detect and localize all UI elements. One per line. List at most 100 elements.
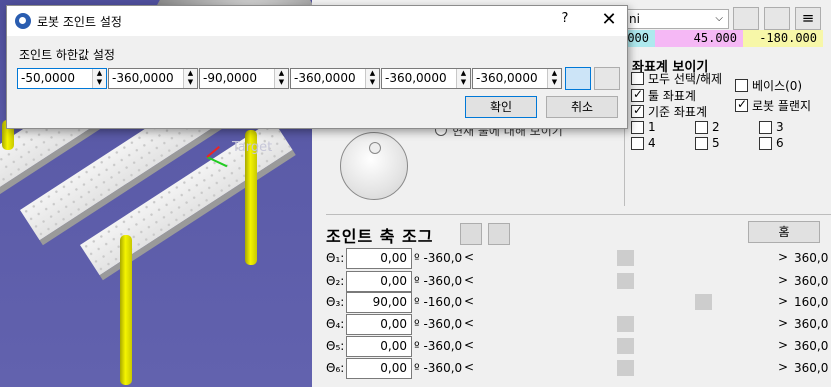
- checkbox-box[interactable]: [735, 97, 748, 112]
- dialog-titlebar[interactable]: 로봇 조인트 설정 ? ✕: [7, 6, 627, 36]
- slider-thumb[interactable]: [616, 273, 634, 289]
- robot-flange-checkbox[interactable]: 로봇 플랜지: [735, 97, 811, 114]
- checkbox-box[interactable]: [631, 87, 644, 102]
- joint-symbol: Θ₃:: [326, 295, 345, 309]
- checkbox-box[interactable]: [695, 136, 708, 150]
- checkbox-box[interactable]: [631, 136, 644, 150]
- select-all-checkbox[interactable]: 모두 선택/해제: [631, 70, 722, 87]
- checkbox-box[interactable]: [759, 136, 772, 150]
- joint-3-checkbox[interactable]: 3: [759, 120, 784, 134]
- spin-arrows[interactable]: ▲ ▼: [92, 69, 106, 88]
- paste-button[interactable]: [764, 7, 790, 30]
- joint-slider[interactable]: [476, 337, 774, 355]
- decrement-arrow-icon[interactable]: <: [464, 360, 474, 374]
- increment-arrow-icon[interactable]: >: [778, 273, 788, 287]
- joint-value-input[interactable]: 90,00: [346, 292, 412, 313]
- joint-jog-row: Θ₅: 0,00 º -360,0 < >360,0: [0, 336, 831, 358]
- joint-min-label: º -360,0: [414, 274, 463, 288]
- joint-slider[interactable]: [476, 293, 774, 311]
- joint-6-checkbox[interactable]: 6: [759, 136, 784, 150]
- spin-arrows[interactable]: ▲ ▼: [365, 69, 379, 88]
- joint-slider[interactable]: [476, 315, 774, 333]
- checkbox-label: 로봇 플랜지: [752, 99, 812, 113]
- close-button[interactable]: ✕: [597, 9, 621, 33]
- tool-frame-checkbox[interactable]: 툴 좌표계: [631, 87, 696, 104]
- decrement-arrow-icon[interactable]: <: [464, 273, 474, 287]
- decrement-arrow-icon[interactable]: <: [464, 294, 474, 308]
- slider-thumb[interactable]: [616, 360, 634, 376]
- checkbox-label: 6: [776, 136, 784, 150]
- joint-2-checkbox[interactable]: 2: [695, 120, 720, 134]
- joint-6-lower-limit-input[interactable]: -360,0000 ▲ ▼: [472, 68, 562, 89]
- checkbox-box[interactable]: [735, 79, 748, 92]
- slider-thumb[interactable]: [616, 316, 634, 332]
- increment-arrow-icon[interactable]: >: [778, 338, 788, 352]
- joint-2-lower-limit-input[interactable]: -360,0000 ▲ ▼: [108, 68, 198, 89]
- spin-arrows[interactable]: ▲ ▼: [274, 69, 288, 88]
- coord-z-value: -180.000: [743, 30, 823, 47]
- checkbox-box[interactable]: [631, 120, 644, 134]
- robot-select-value: ni: [629, 12, 640, 26]
- joint-slider[interactable]: [476, 272, 774, 290]
- spin-value: -360,0000: [385, 71, 447, 85]
- robot-select[interactable]: ni ⌵: [622, 9, 729, 29]
- checkbox-box[interactable]: [759, 120, 772, 134]
- joint-1-checkbox[interactable]: 1: [631, 120, 656, 134]
- checkbox-box[interactable]: [631, 72, 644, 85]
- decrement-arrow-icon[interactable]: <: [464, 316, 474, 330]
- joint-max-label: 160,0: [794, 295, 829, 309]
- joint-jog-row: Θ₆: 0,00 º -360,0 < >360,0: [0, 358, 831, 380]
- joint-max-label: 360,0: [794, 317, 829, 331]
- joint-4-checkbox[interactable]: 4: [631, 136, 656, 150]
- joint-slider[interactable]: [476, 359, 774, 377]
- spin-arrows[interactable]: ▲ ▼: [547, 69, 561, 88]
- dialog-title: 로봇 조인트 설정: [37, 15, 122, 29]
- copy-button[interactable]: [733, 7, 759, 30]
- cancel-button[interactable]: 취소: [546, 96, 618, 118]
- joint-max-label: 360,0: [794, 274, 829, 288]
- copy-icon[interactable]: [565, 67, 591, 90]
- help-button[interactable]: ?: [555, 11, 575, 31]
- lower-limit-label: 조인트 하한값 설정: [19, 48, 115, 62]
- divider: [326, 214, 831, 215]
- paste-icon[interactable]: [594, 67, 620, 90]
- joint-1-lower-limit-input[interactable]: -50,0000 ▲ ▼: [17, 68, 107, 89]
- joint-4-lower-limit-input[interactable]: -360,0000 ▲ ▼: [290, 68, 380, 89]
- checkbox-box[interactable]: [631, 103, 644, 118]
- joint-5-lower-limit-input[interactable]: -360,0000 ▲ ▼: [381, 68, 471, 89]
- increment-arrow-icon[interactable]: >: [778, 316, 788, 330]
- joint-value-input[interactable]: 0,00: [346, 314, 412, 335]
- target-label: Target: [232, 140, 273, 155]
- menu-icon[interactable]: ≡: [795, 7, 821, 30]
- paste-joints-button[interactable]: [488, 223, 510, 245]
- spin-value: -50,0000: [21, 71, 75, 85]
- joint-slider[interactable]: [476, 249, 774, 267]
- joint-value-input[interactable]: 0,00: [346, 336, 412, 357]
- joint-min-label: º -360,0: [414, 251, 463, 265]
- checkbox-label: 1: [648, 120, 656, 134]
- decrement-arrow-icon[interactable]: <: [464, 338, 474, 352]
- joint-value-input[interactable]: 0,00: [346, 271, 412, 292]
- spin-arrows[interactable]: ▲ ▼: [183, 69, 197, 88]
- spin-arrows[interactable]: ▲ ▼: [456, 69, 470, 88]
- increment-arrow-icon[interactable]: >: [778, 250, 788, 264]
- joint-min-label: º -360,0: [414, 361, 463, 375]
- decrement-arrow-icon[interactable]: <: [464, 250, 474, 264]
- ref-frame-checkbox[interactable]: 기준 좌표계: [631, 103, 707, 120]
- joint-value-input[interactable]: 0,00: [346, 248, 412, 269]
- checkbox-box[interactable]: [695, 120, 708, 134]
- slider-thumb[interactable]: [616, 250, 634, 266]
- copy-joints-button[interactable]: [460, 223, 482, 245]
- increment-arrow-icon[interactable]: >: [778, 360, 788, 374]
- slider-thumb[interactable]: [616, 338, 634, 354]
- ok-button[interactable]: 확인: [465, 96, 537, 118]
- base-frame-checkbox[interactable]: 베이스(0): [735, 77, 802, 94]
- joint-3-lower-limit-input[interactable]: -90,0000 ▲ ▼: [199, 68, 289, 89]
- checkbox-label: 2: [712, 120, 720, 134]
- increment-arrow-icon[interactable]: >: [778, 294, 788, 308]
- joint-5-checkbox[interactable]: 5: [695, 136, 720, 150]
- joint-value-input[interactable]: 0,00: [346, 358, 412, 379]
- slider-thumb[interactable]: [695, 294, 713, 310]
- home-button[interactable]: 홈: [748, 221, 820, 243]
- joint-symbol: Θ₂:: [326, 274, 345, 288]
